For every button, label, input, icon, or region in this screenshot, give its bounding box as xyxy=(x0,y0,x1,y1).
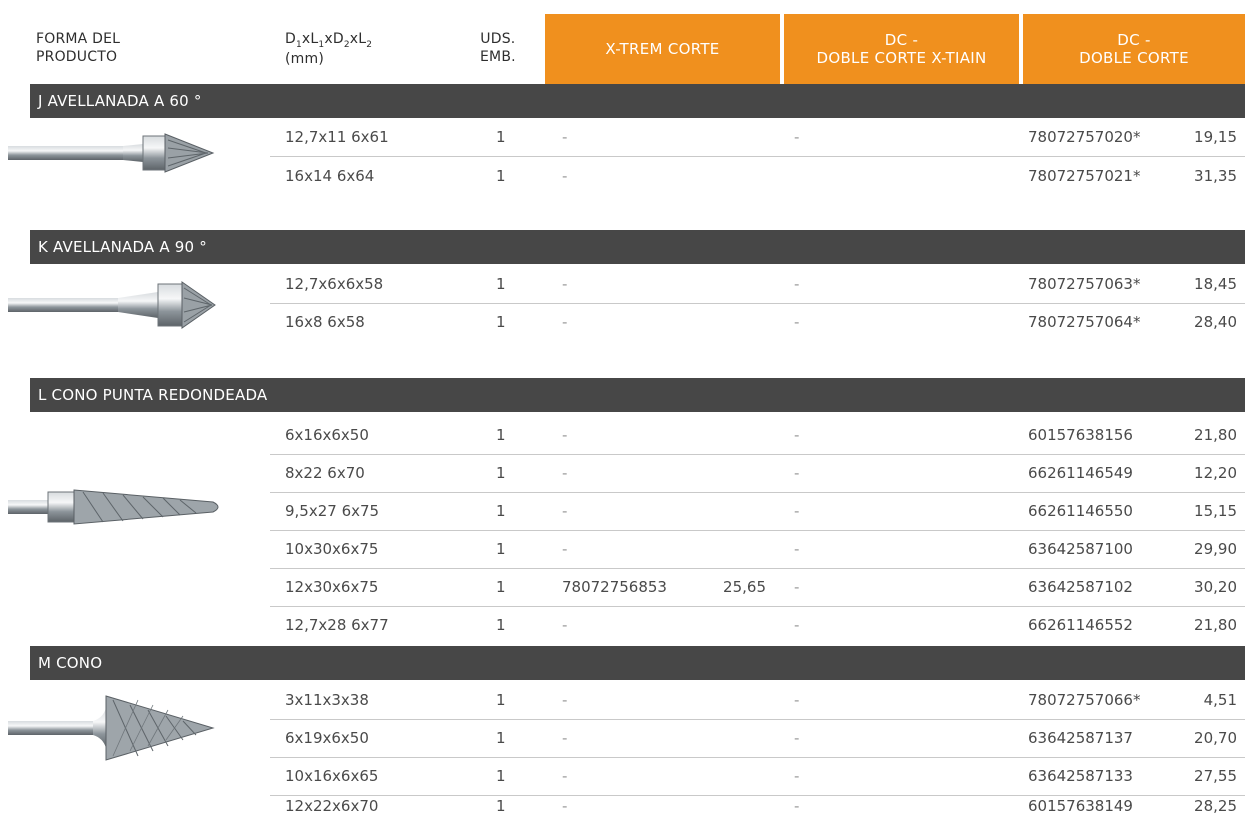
table-row: 12x30x6x75 1 78072756853 25,65 - 6364258… xyxy=(270,568,1245,607)
table-row: 12,7x6x6x58 1 - - 78072757063* 18,45 xyxy=(270,265,1245,304)
table-row: 9,5x27 6x75 1 - - 66261146550 15,15 xyxy=(270,492,1245,531)
table-row: 3x11x3x38 1 - - 78072757066* 4,51 xyxy=(270,681,1245,720)
header-xtrem-column: X-TREM CORTE xyxy=(545,14,780,84)
round-tip-cone-burr-icon xyxy=(8,489,219,525)
table-row: 6x16x6x50 1 - - 60157638156 21,80 xyxy=(270,416,1245,455)
table-row: 12x22x6x70 1 - - 60157638149 28,25 xyxy=(285,797,1237,815)
table-row: 16x8 6x58 1 - - 78072757064* 28,40 xyxy=(285,313,1237,331)
table-row: 16x14 6x64 1 - 78072757021* 31,35 xyxy=(285,167,1237,185)
section-title: J AVELLANADA A 60 ° xyxy=(30,84,1245,118)
section-title: M CONO xyxy=(30,646,1245,680)
table-row: 12,7x11 6x61 1 - - 78072757020* 19,15 xyxy=(270,118,1245,157)
table-row: 12,7x28 6x77 1 - - 66261146552 21,80 xyxy=(285,616,1237,634)
header-dcx-column: DC - DOBLE CORTE X-TIAIN xyxy=(784,14,1019,84)
cone-burr-icon xyxy=(8,695,215,761)
countersink-90-burr-icon xyxy=(8,281,216,329)
header-dc-column: DC - DOBLE CORTE xyxy=(1023,14,1245,84)
header-product-form: FORMA DEL PRODUCTO xyxy=(36,31,121,65)
section-title: L CONO PUNTA REDONDEADA xyxy=(30,378,1245,412)
countersink-60-burr-icon xyxy=(8,133,215,173)
table-row: 8x22 6x70 1 - - 66261146549 12,20 xyxy=(270,454,1245,493)
section-title: K AVELLANADA A 90 ° xyxy=(30,230,1245,264)
table-row: 10x30x6x75 1 - - 63642587100 29,90 xyxy=(270,530,1245,569)
header-units: UDS. EMB. xyxy=(480,31,516,65)
table-row: 6x19x6x50 1 - - 63642587137 20,70 xyxy=(270,719,1245,758)
header-dimensions: D1xL1xD2xL2 (mm) xyxy=(285,31,373,67)
